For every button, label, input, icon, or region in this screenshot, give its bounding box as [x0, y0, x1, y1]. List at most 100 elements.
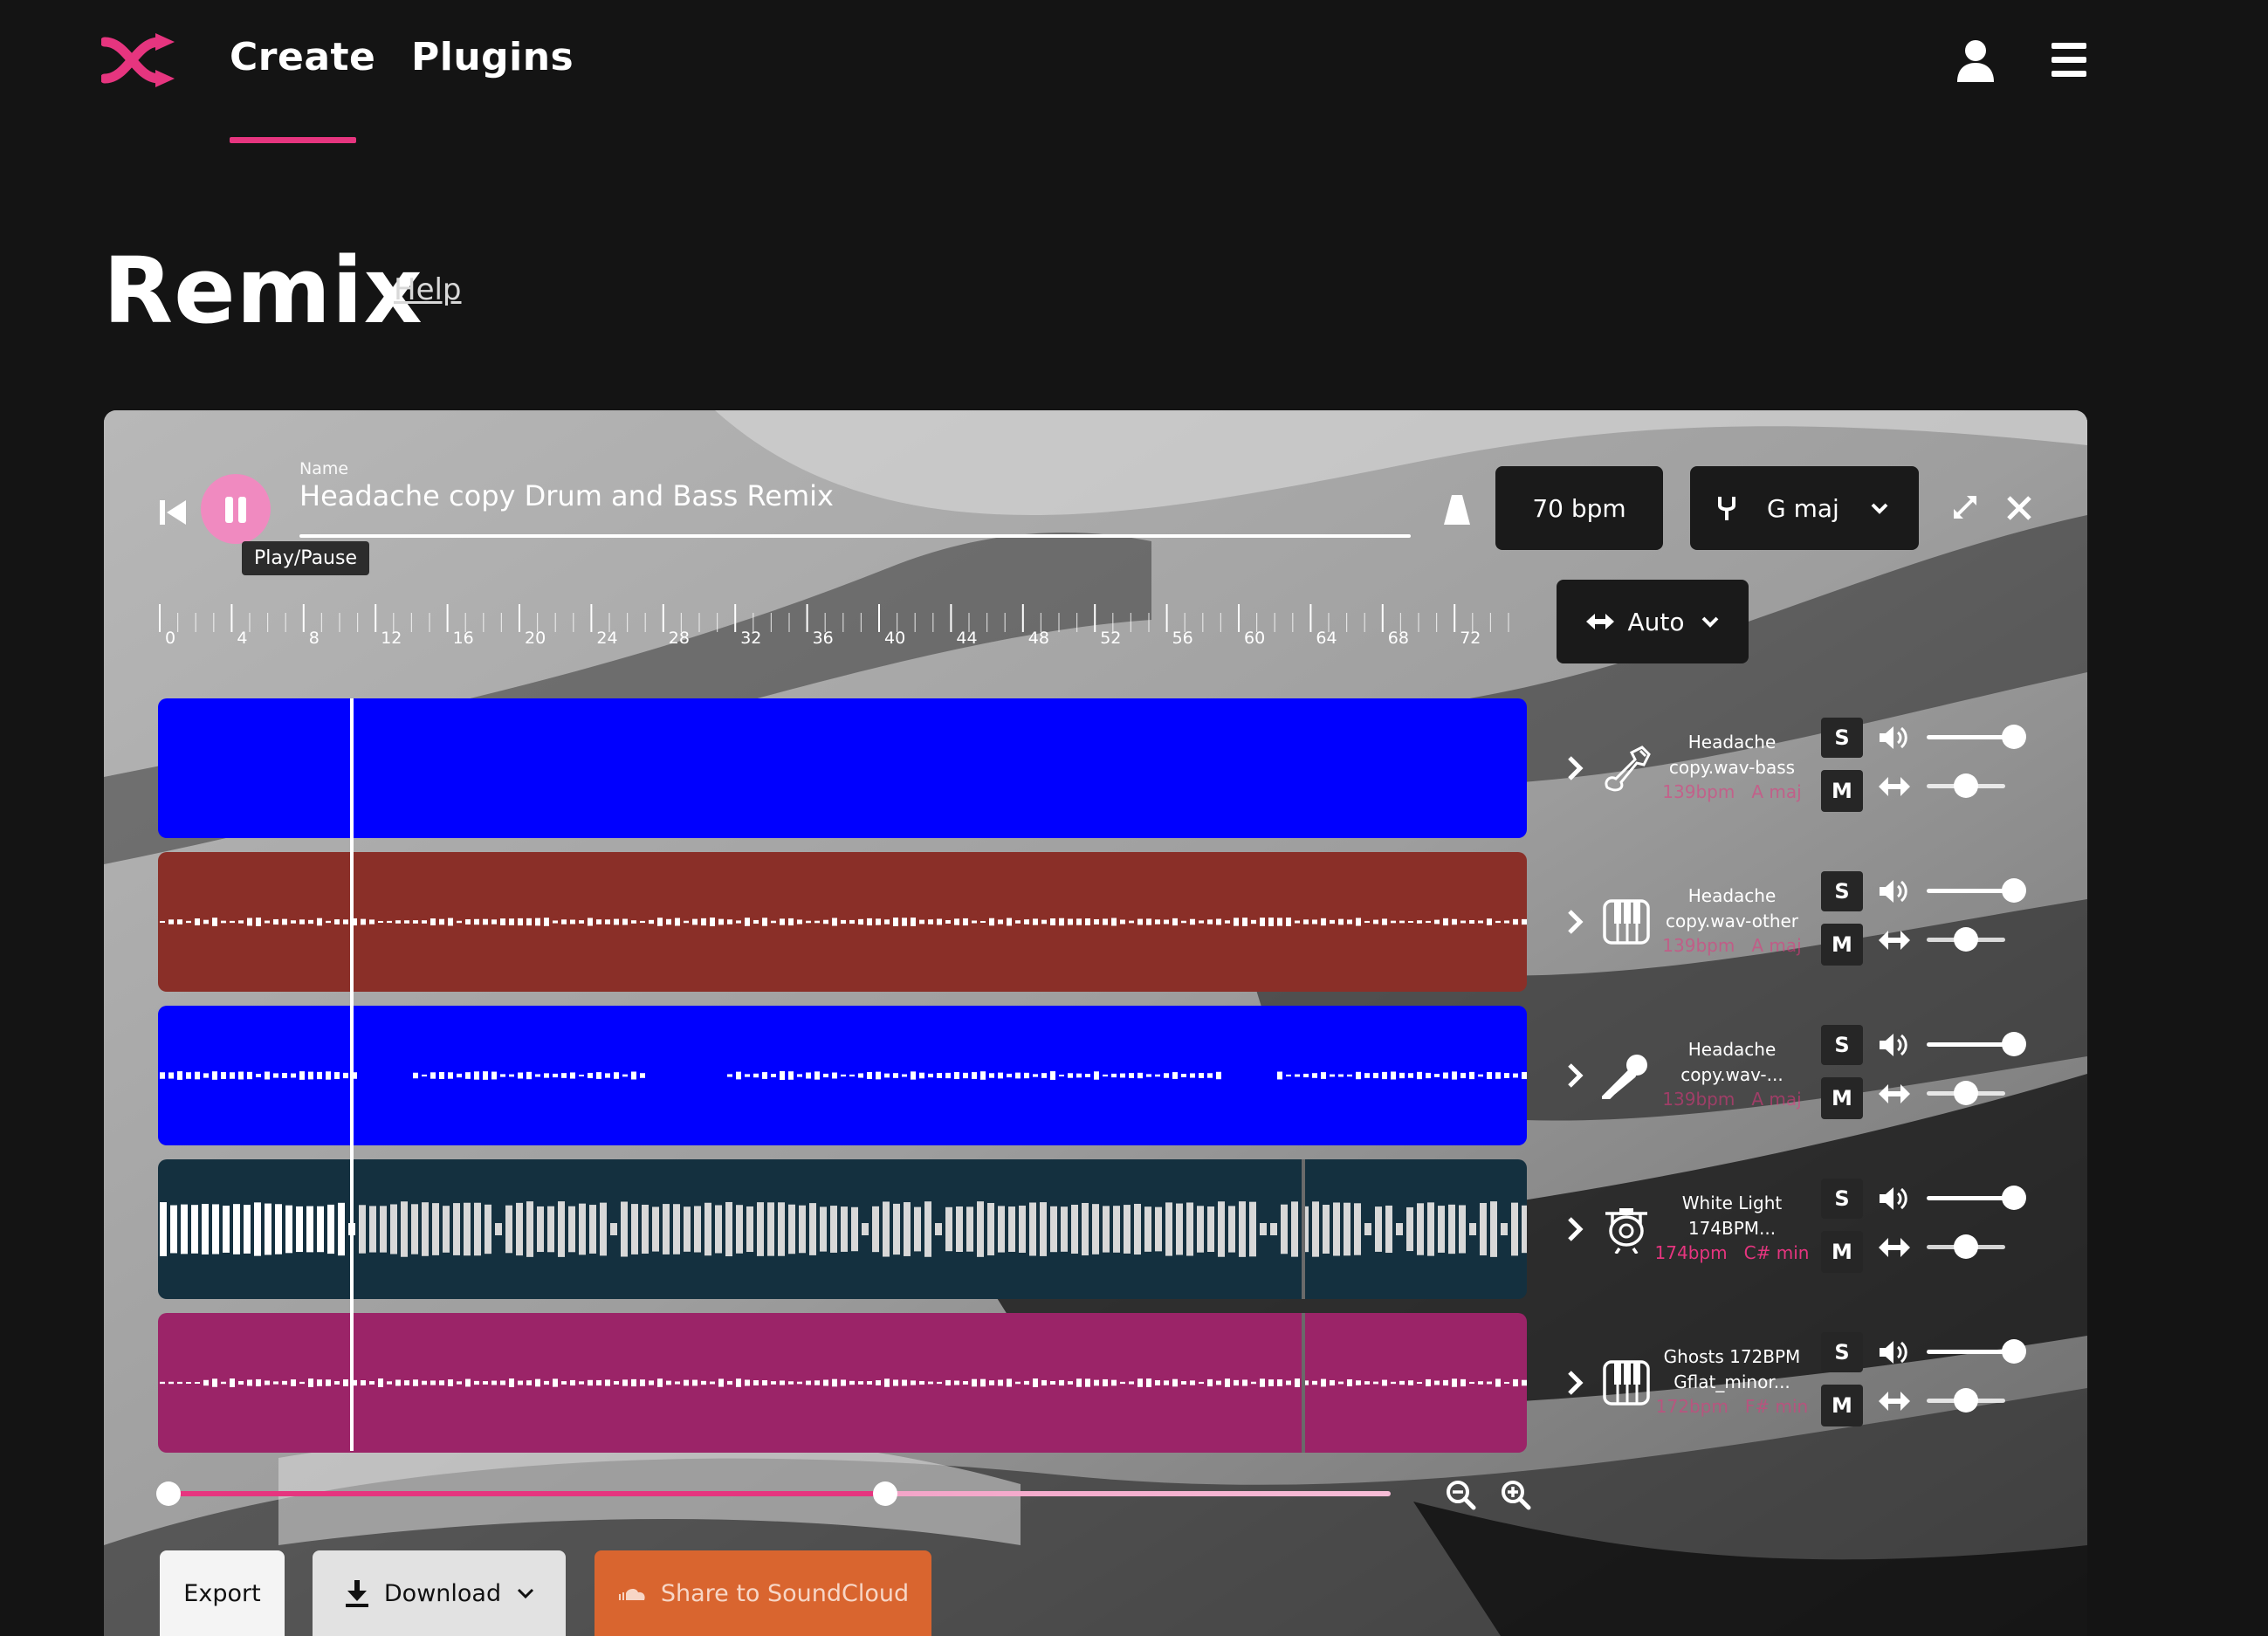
nav-create[interactable]: Create [230, 35, 375, 79]
volume-icon[interactable] [1878, 1032, 1909, 1058]
playhead[interactable] [350, 698, 354, 1451]
play-pause-button[interactable] [201, 474, 271, 544]
waveform-bar [657, 918, 663, 926]
pan-handle[interactable] [1954, 1081, 1978, 1105]
track-lane[interactable] [158, 698, 1527, 838]
solo-button[interactable]: S [1821, 1332, 1863, 1372]
waveform-bar [570, 1072, 575, 1079]
volume-handle[interactable] [2002, 878, 2026, 903]
waveform-bar [308, 1378, 313, 1387]
waveform-bar [823, 919, 828, 925]
waveform-bar [1277, 1071, 1282, 1080]
waveform-bar [1427, 1202, 1434, 1256]
bpm-button[interactable]: 70 bpm [1495, 466, 1663, 550]
waveform-bar [762, 918, 767, 926]
track-key: F# min [1744, 1396, 1809, 1417]
stretch-mode-select[interactable]: Auto [1557, 580, 1749, 663]
expand-icon[interactable] [1952, 494, 1978, 520]
hamburger-menu-icon[interactable] [2050, 40, 2088, 80]
pan-arrows-icon[interactable] [1878, 1083, 1911, 1105]
waveform-bar [1504, 1073, 1509, 1078]
solo-button[interactable]: S [1821, 1179, 1863, 1219]
chevron-right-icon[interactable] [1566, 754, 1585, 782]
zoom-start-handle[interactable] [156, 1481, 181, 1506]
skip-to-start-icon[interactable] [158, 498, 188, 527]
waveform-bar [1260, 918, 1265, 926]
timeline-ruler[interactable]: 0 4 8 12 16 20 24 28 32 36 40 44 48 52 56 60 64 68 72 [158, 601, 1520, 650]
help-link[interactable]: Help [394, 272, 462, 307]
shuffle-logo-icon[interactable] [101, 31, 178, 89]
waveform-bar [273, 918, 278, 925]
volume-slider[interactable] [1927, 735, 2005, 739]
chevron-right-icon[interactable] [1566, 1062, 1585, 1090]
pan-arrows-icon[interactable] [1878, 1236, 1911, 1259]
nav-plugins[interactable]: Plugins [411, 35, 574, 79]
waveform-bar [1373, 919, 1378, 925]
solo-button[interactable]: S [1821, 871, 1863, 911]
waveform-bar [1103, 1206, 1110, 1253]
pan-handle[interactable] [1954, 1388, 1978, 1413]
waveform-bar [1207, 1206, 1214, 1253]
volume-icon[interactable] [1878, 1339, 1909, 1365]
volume-slider[interactable] [1927, 1350, 2005, 1354]
waveform-bar [516, 1202, 523, 1256]
volume-handle[interactable] [2002, 725, 2026, 749]
waveform-bar [1344, 1202, 1350, 1256]
volume-slider[interactable] [1927, 1196, 2005, 1200]
waveform-bar [858, 918, 863, 925]
download-button[interactable]: Download [313, 1550, 566, 1636]
mute-button[interactable]: M [1821, 770, 1863, 812]
pan-handle[interactable] [1954, 1234, 1978, 1259]
mute-button[interactable]: M [1821, 924, 1863, 966]
key-select[interactable]: G maj [1690, 466, 1919, 550]
chevron-right-icon[interactable] [1566, 1369, 1585, 1397]
waveform-bar [1312, 1380, 1317, 1385]
waveform-bar [799, 1205, 806, 1254]
pan-handle[interactable] [1954, 927, 1978, 952]
remix-name-input[interactable] [299, 478, 1411, 513]
waveform-bar [876, 1071, 881, 1080]
zoom-out-icon[interactable] [1445, 1479, 1476, 1510]
chevron-right-icon[interactable] [1566, 908, 1585, 936]
volume-handle[interactable] [2002, 1186, 2026, 1210]
track-lane[interactable] [158, 1313, 1527, 1453]
volume-slider[interactable] [1927, 889, 2005, 893]
waveform-bar [692, 1379, 698, 1386]
track-lane[interactable] [158, 852, 1527, 992]
zoom-end-handle[interactable] [873, 1481, 898, 1506]
close-icon[interactable] [2005, 494, 2033, 522]
zoom-range-slider[interactable] [158, 1491, 1391, 1496]
mute-button[interactable]: M [1821, 1077, 1863, 1119]
export-button[interactable]: Export [160, 1550, 285, 1636]
track-lane[interactable] [158, 1006, 1527, 1145]
waveform-bar [326, 1379, 331, 1386]
track-lane[interactable] [158, 1159, 1527, 1299]
waveform-bar [1199, 1381, 1204, 1385]
pan-handle[interactable] [1954, 773, 1978, 798]
waveform-bar [841, 919, 846, 925]
volume-slider[interactable] [1927, 1042, 2005, 1047]
mute-button[interactable]: M [1821, 1385, 1863, 1426]
volume-handle[interactable] [2002, 1339, 2026, 1364]
solo-button[interactable]: S [1821, 718, 1863, 758]
waveform-bar [767, 1202, 774, 1256]
chevron-right-icon[interactable] [1566, 1215, 1585, 1243]
pan-arrows-icon[interactable] [1878, 1390, 1911, 1413]
metronome-icon[interactable] [1442, 493, 1472, 526]
mute-button[interactable]: M [1821, 1231, 1863, 1273]
zoom-in-icon[interactable] [1500, 1479, 1531, 1510]
ruler-label: 64 [1316, 629, 1337, 648]
volume-icon[interactable] [1878, 1186, 1909, 1212]
waveform-bar [223, 1206, 230, 1253]
waveform-bar [1120, 1073, 1125, 1078]
user-icon[interactable] [1955, 38, 1996, 84]
waveform-bar [1295, 1378, 1300, 1387]
waveform-bar [221, 1072, 226, 1079]
pan-arrows-icon[interactable] [1878, 929, 1911, 952]
volume-icon[interactable] [1878, 878, 1909, 904]
volume-icon[interactable] [1878, 725, 1909, 751]
volume-handle[interactable] [2002, 1032, 2026, 1056]
pan-arrows-icon[interactable] [1878, 775, 1911, 798]
share-soundcloud-button[interactable]: Share to SoundCloud [594, 1550, 931, 1636]
solo-button[interactable]: S [1821, 1025, 1863, 1065]
